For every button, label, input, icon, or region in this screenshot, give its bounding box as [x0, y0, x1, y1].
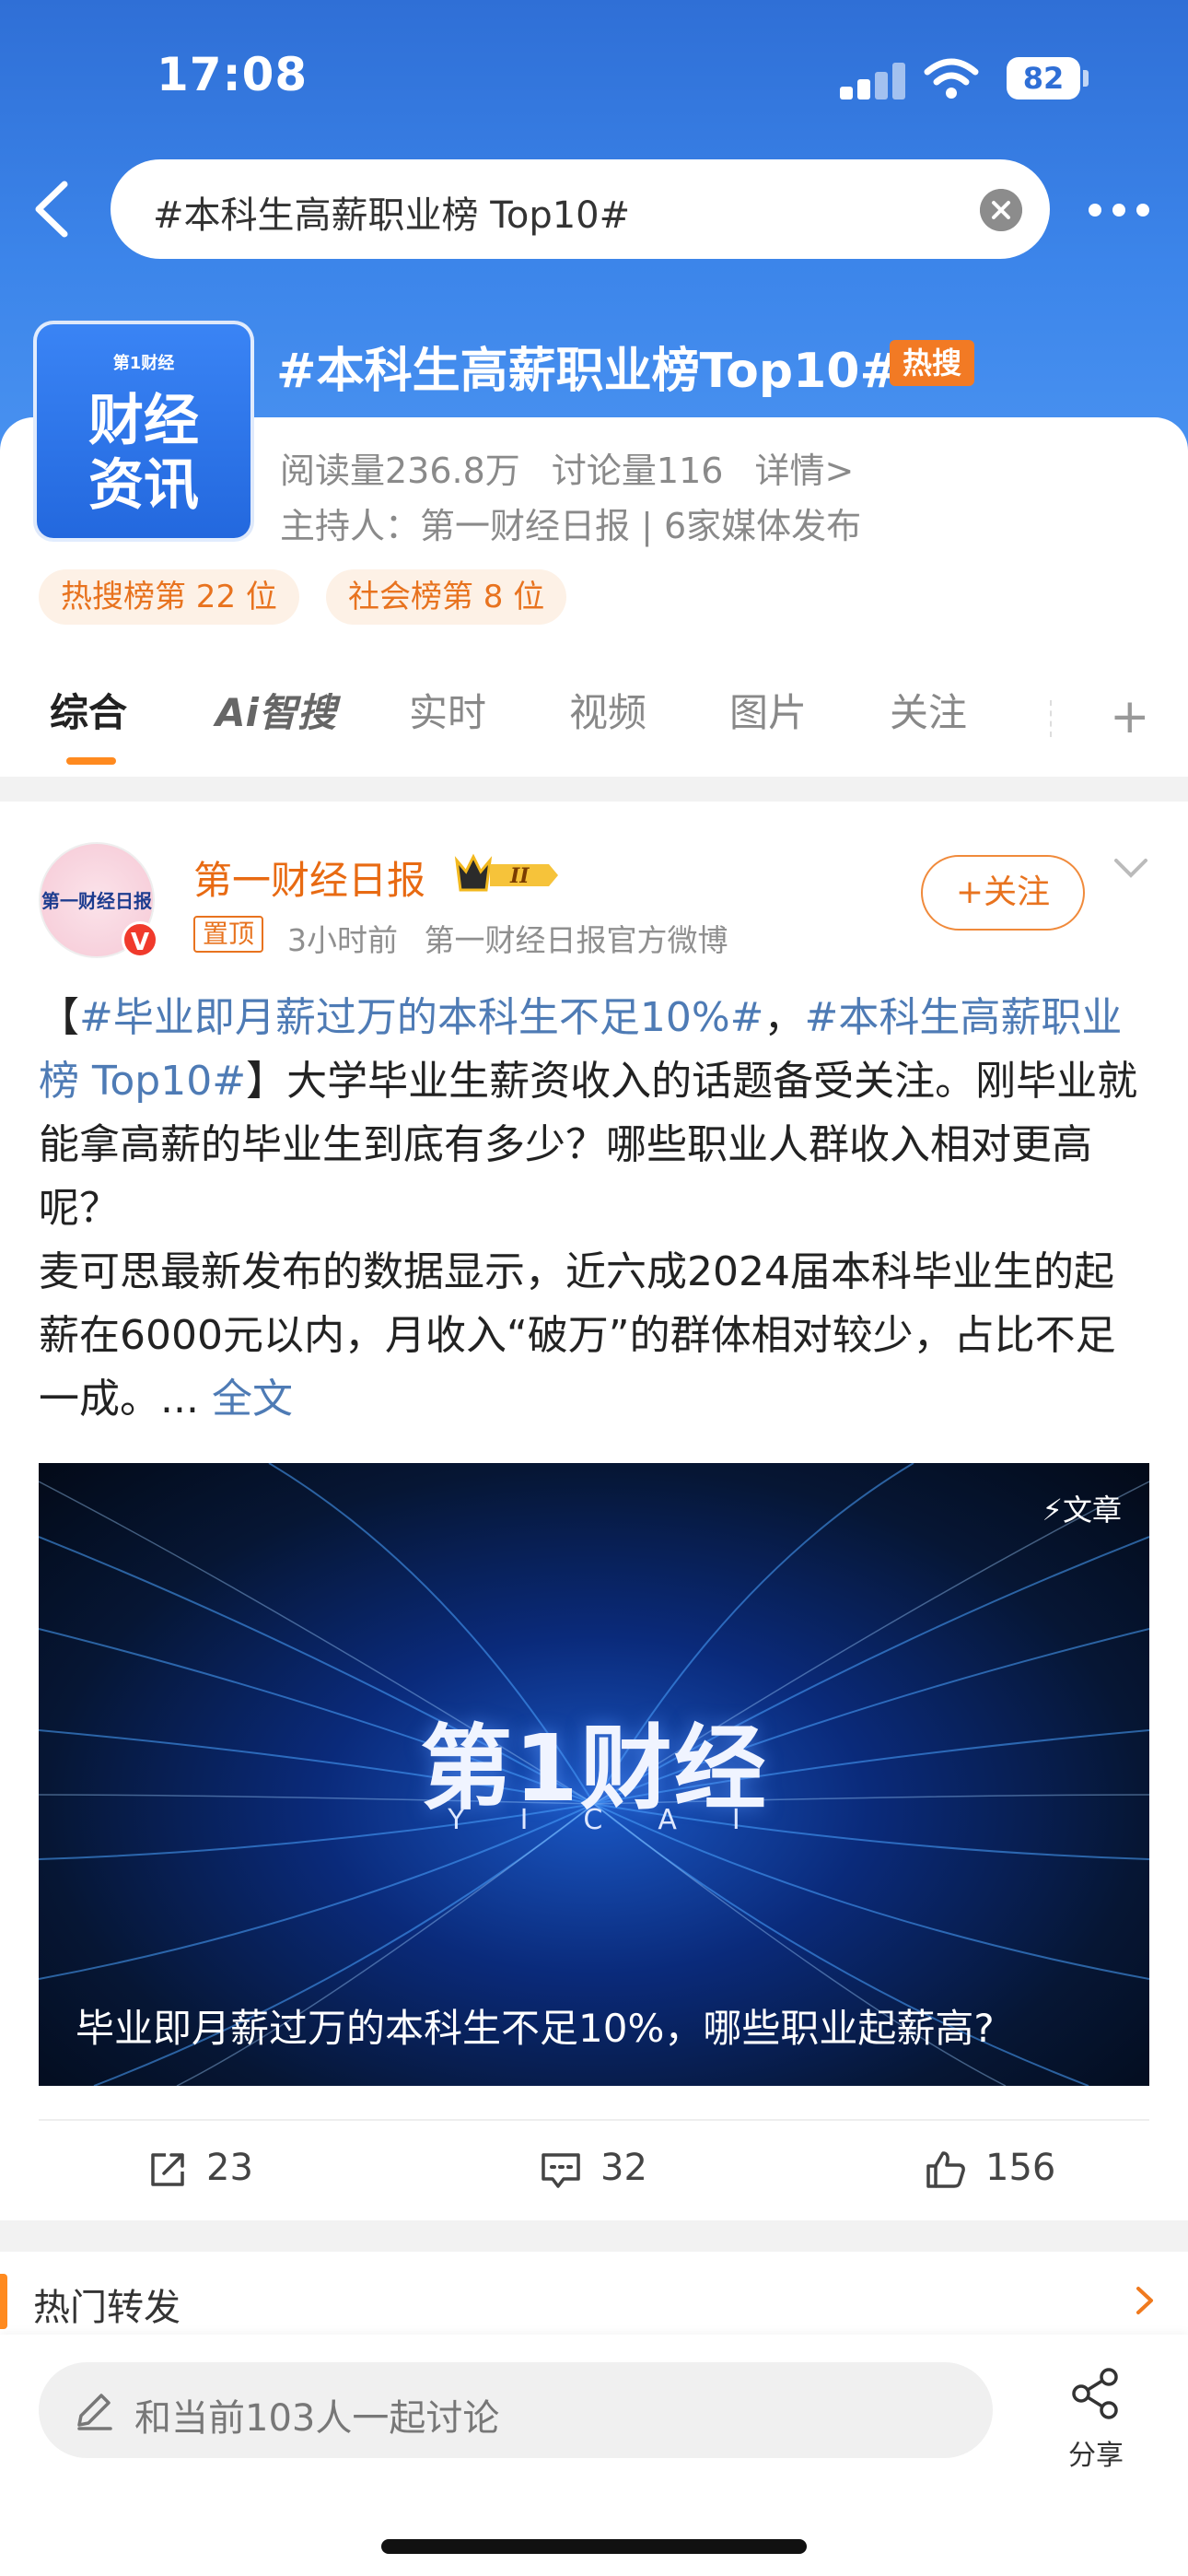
- read-more-link[interactable]: 全文: [212, 1376, 293, 1423]
- logo-small-text: 第1财经: [112, 354, 175, 373]
- tab-divider: [1050, 700, 1054, 737]
- article-tag: ⚡文章: [1042, 1493, 1122, 1528]
- discussion-placeholder: 和当前103人一起讨论: [134, 2397, 500, 2440]
- avatar-text: 第一财经日报: [41, 890, 152, 912]
- hot-badge: 热搜: [890, 340, 975, 386]
- battery-tip: [1083, 70, 1089, 87]
- page: 17:08 82 #本科生高薪职业榜 Top10# 第1财经 财经 资讯 #本科…: [0, 0, 1188, 2576]
- battery-level: 82: [1007, 57, 1080, 100]
- hot-forward-accent: [0, 2274, 7, 2329]
- like-action-button[interactable]: 156: [925, 2147, 1055, 2198]
- tab-overview[interactable]: 综合: [50, 682, 127, 738]
- search-input[interactable]: #本科生高薪职业榜 Top10#: [111, 159, 1050, 259]
- chevron-down-icon[interactable]: [1112, 855, 1149, 883]
- video-thumbnail[interactable]: ⚡文章 第1财经 YICAI 毕业即月薪过万的本科生不足10%，哪些职业起薪高?: [39, 1463, 1149, 2086]
- topic-logo: 第1财经 财经 资讯: [33, 321, 254, 542]
- yicai-logo-sub: YICAI: [448, 1804, 796, 1836]
- video-caption: 毕业即月薪过万的本科生不足10%，哪些职业起薪高?: [76, 2006, 995, 2051]
- add-tab-icon[interactable]: +: [1110, 689, 1150, 744]
- author-name[interactable]: 第一财经日报: [193, 849, 425, 906]
- post-source: 第一财经日报官方微博: [424, 922, 728, 958]
- tab-ai-search[interactable]: Ai智搜: [215, 682, 336, 738]
- logo-line-1: 财经: [88, 389, 199, 453]
- comment-count: 32: [600, 2147, 647, 2189]
- share-label: 分享: [1068, 2440, 1124, 2472]
- post-text: 【#毕业即月薪过万的本科生不足10%#，#本科生高薪职业榜 Top10#】大学毕…: [39, 986, 1153, 1431]
- search-query: #本科生高薪职业榜 Top10#: [153, 194, 631, 237]
- details-link[interactable]: 详情>: [755, 451, 855, 491]
- tab-images[interactable]: 图片: [729, 682, 807, 738]
- discussion-count: 讨论量116: [551, 451, 724, 491]
- hot-rank-chip[interactable]: 热搜榜第 22 位: [39, 569, 299, 625]
- topic-host: 主持人：第一财经日报 | 6家媒体发布: [280, 506, 862, 546]
- tab-following[interactable]: 关注: [890, 682, 967, 738]
- post-meta: 3小时前 第一财经日报官方微博: [287, 916, 745, 960]
- social-rank-chip[interactable]: 社会榜第 8 位: [326, 569, 567, 625]
- topic-stats: 阅读量236.8万 讨论量116 详情>: [280, 442, 874, 493]
- post-body-2: 麦可思最新发布的数据显示，近六成2024届本科毕业生的起薪在6000元以内，月收…: [39, 1248, 1116, 1423]
- vip-level: II: [509, 864, 530, 888]
- comment-action-button[interactable]: 32: [540, 2147, 647, 2198]
- share-icon: [1072, 2368, 1118, 2419]
- share-count: 23: [206, 2147, 253, 2189]
- topic-title: #本科生高薪职业榜Top10#: [276, 344, 901, 399]
- wifi-icon: [924, 58, 979, 99]
- post-time: 3小时前: [287, 922, 398, 958]
- hashtag-link-1[interactable]: #毕业即月薪过万的本科生不足10%#: [79, 994, 764, 1041]
- tab-bar: 综合 Ai智搜 实时 视频 图片 关注: [0, 682, 1188, 774]
- chevron-right-icon[interactable]: [1135, 2285, 1155, 2316]
- thumbs-up-icon: [926, 2151, 965, 2188]
- pinned-tag: 置顶: [193, 916, 264, 953]
- bracket-close: 】: [246, 1058, 287, 1105]
- post-divider: [39, 2119, 1149, 2121]
- cellular-signal-icon: [840, 63, 906, 100]
- read-count: 阅读量236.8万: [280, 451, 520, 491]
- comma: ，: [763, 994, 805, 1041]
- tab-realtime[interactable]: 实时: [409, 682, 486, 738]
- comment-icon: [542, 2153, 580, 2188]
- verified-badge-icon: V: [122, 921, 158, 958]
- like-count: 156: [985, 2147, 1056, 2189]
- home-indicator[interactable]: [381, 2539, 807, 2554]
- logo-line-2: 资讯: [88, 453, 199, 518]
- pencil-icon: [77, 2394, 112, 2430]
- tab-video[interactable]: 视频: [569, 682, 646, 738]
- status-time: 17:08: [157, 48, 309, 101]
- active-tab-indicator: [66, 757, 116, 765]
- hot-forward-label: 热门转发: [33, 2287, 181, 2329]
- section-gap: [0, 2220, 1188, 2252]
- back-arrow-icon[interactable]: [26, 177, 81, 241]
- share-action-button[interactable]: 23: [147, 2147, 253, 2198]
- follow-button[interactable]: +关注: [921, 855, 1085, 931]
- vip-crown-badge-icon: II: [454, 853, 558, 892]
- article-tag-label: 文章: [1062, 1493, 1122, 1528]
- repost-icon: [151, 2153, 184, 2186]
- clear-icon[interactable]: [980, 189, 1022, 231]
- share-button[interactable]: 分享: [1050, 2359, 1142, 2472]
- discussion-input[interactable]: 和当前103人一起讨论: [39, 2362, 993, 2458]
- bracket-open: 【: [39, 994, 79, 1041]
- more-options-icon[interactable]: [1087, 192, 1151, 228]
